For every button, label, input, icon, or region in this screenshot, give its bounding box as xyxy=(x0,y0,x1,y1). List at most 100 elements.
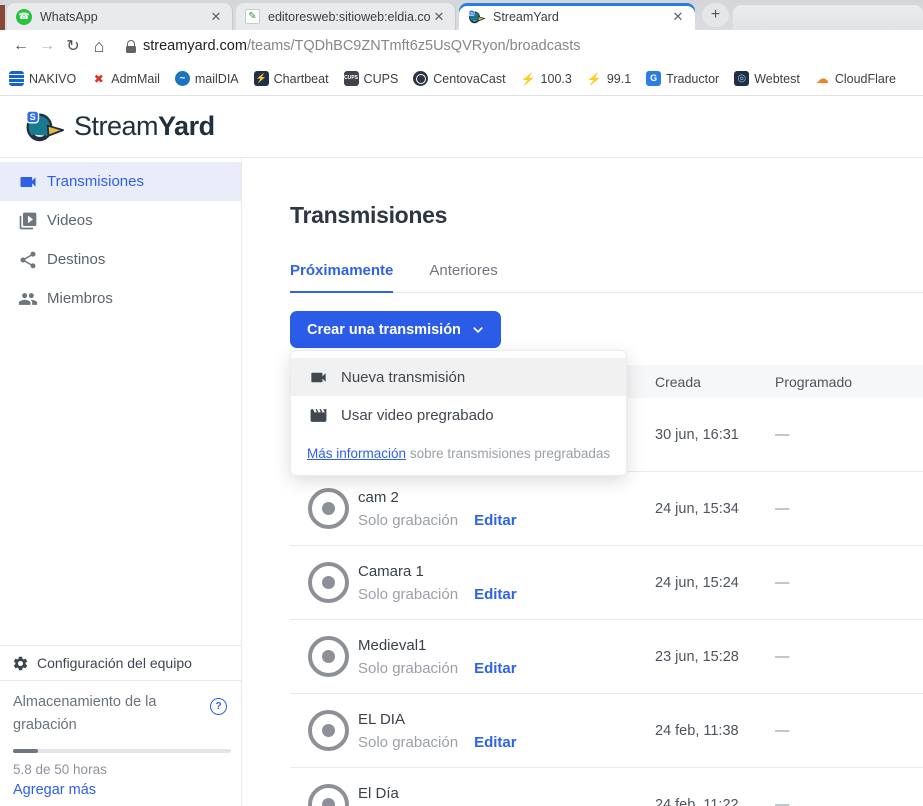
browser-tab-streamyard[interactable]: StreamYard xyxy=(459,3,695,30)
bookmark-item[interactable]: CloudFlare xyxy=(815,71,896,86)
scheduled-cell: — xyxy=(775,427,923,443)
dropdown-info-text: Más información sobre transmisiones preg… xyxy=(291,434,626,475)
broadcast-cell: Camara 1 Solo grabación Editar xyxy=(290,562,655,603)
menu-item-nueva-transmision[interactable]: Nueva transmisión xyxy=(291,358,626,396)
create-dropdown-menu: Nueva transmisión Usar video pregrabado … xyxy=(290,350,627,476)
bookmark-item[interactable]: mailDIA xyxy=(175,71,239,86)
created-cell: 23 jun, 15:28 xyxy=(655,649,775,665)
table-row[interactable]: Medieval1 Solo grabación Editar 23 jun, … xyxy=(290,620,923,694)
lock-icon xyxy=(126,40,136,53)
table-row[interactable]: EL DIA Solo grabación Editar 24 feb, 11:… xyxy=(290,694,923,768)
table-row[interactable]: Camara 1 Solo grabación Editar 24 jun, 1… xyxy=(290,546,923,620)
tab-proximamente[interactable]: Próximamente xyxy=(290,262,393,292)
sidebar-item-transmisiones[interactable]: Transmisiones xyxy=(0,162,241,201)
close-icon[interactable] xyxy=(431,9,447,25)
created-cell: 24 jun, 15:34 xyxy=(655,501,775,517)
bookmark-label: NAKIVO xyxy=(29,72,76,86)
created-cell: 24 jun, 15:24 xyxy=(655,575,775,591)
broadcast-cell: El Día Solo grabación Editar xyxy=(290,784,655,806)
video-library-icon xyxy=(18,211,38,231)
reload-icon[interactable] xyxy=(60,33,86,59)
created-cell: 24 feb, 11:22 xyxy=(655,797,775,806)
broadcast-title: Camara 1 xyxy=(358,563,517,580)
bookmark-item[interactable]: 100.3 xyxy=(521,71,572,86)
bookmark-label: CUPS xyxy=(364,72,399,86)
storage-panel: Almacenamiento de la grabación ? 5.8 de … xyxy=(0,680,241,806)
edit-link[interactable]: Editar xyxy=(474,660,517,677)
cups-icon xyxy=(344,71,359,86)
bookmark-item[interactable]: Traductor xyxy=(646,71,719,86)
broadcast-subtitle: Solo grabación xyxy=(358,734,458,751)
radio-1003-icon xyxy=(521,71,536,86)
edit-link[interactable]: Editar xyxy=(474,586,517,603)
centovacast-icon xyxy=(413,71,428,86)
bookmark-label: 99.1 xyxy=(607,72,631,86)
bookmark-item[interactable]: 99.1 xyxy=(587,71,631,86)
sidebar-item-label: Miembros xyxy=(47,290,113,307)
share-icon xyxy=(18,250,38,270)
edit-link[interactable]: Editar xyxy=(474,512,517,529)
broadcast-text: Camara 1 Solo grabación Editar xyxy=(358,563,517,603)
close-icon[interactable] xyxy=(670,9,686,25)
url-domain: streamyard.com xyxy=(143,38,247,54)
table-row[interactable]: El Día Solo grabación Editar 24 feb, 11:… xyxy=(290,768,923,806)
broadcast-tabs: Próximamente Anteriores xyxy=(290,262,923,293)
tab-title: editoresweb:sitioweb:eldia.co xyxy=(268,10,431,24)
url-field[interactable]: streamyard.com/teams/TQDhBC9ZNTmft6z5UsQ… xyxy=(143,38,581,54)
record-icon xyxy=(308,562,349,603)
address-bar: streamyard.com/teams/TQDhBC9ZNTmft6z5UsQ… xyxy=(0,30,923,62)
bookmark-item[interactable]: CUPS xyxy=(344,71,399,86)
sidebar-item-miembros[interactable]: Miembros xyxy=(0,279,241,318)
home-icon[interactable] xyxy=(86,33,112,59)
page-title: Transmisiones xyxy=(290,202,923,229)
browser-tab-whatsapp[interactable]: WhatsApp xyxy=(7,3,233,30)
back-icon[interactable] xyxy=(8,33,34,59)
bookmark-item[interactable]: NAKIVO xyxy=(9,71,76,86)
bookmark-label: 100.3 xyxy=(541,72,572,86)
column-header-created: Creada xyxy=(655,374,775,390)
broadcast-cell: Medieval1 Solo grabación Editar xyxy=(290,636,655,677)
bookmark-label: Webtest xyxy=(754,72,800,86)
bookmark-item[interactable]: Chartbeat xyxy=(254,71,329,86)
maildia-icon xyxy=(175,71,190,86)
edit-link[interactable]: Editar xyxy=(474,734,517,751)
bookmark-item[interactable]: AdmMail xyxy=(91,71,160,86)
help-icon[interactable]: ? xyxy=(210,698,227,715)
forward-icon[interactable] xyxy=(34,33,60,59)
actions-area: Crear una transmisión Nueva transmisión … xyxy=(290,311,923,348)
broadcast-title: Medieval1 xyxy=(358,637,517,654)
cloudflare-icon xyxy=(815,71,830,86)
webtest-icon xyxy=(734,71,749,86)
bookmark-item[interactable]: Webtest xyxy=(734,71,800,86)
traductor-icon xyxy=(646,71,661,86)
gear-icon xyxy=(12,655,29,672)
create-broadcast-button[interactable]: Crear una transmisión xyxy=(290,311,501,348)
chevron-down-icon xyxy=(472,324,484,336)
broadcast-text: cam 2 Solo grabación Editar xyxy=(358,489,517,529)
tab-bar-spacer xyxy=(733,5,923,30)
close-icon[interactable] xyxy=(208,9,224,25)
bookmark-item[interactable]: CentovaCast xyxy=(413,71,505,86)
table-row[interactable]: cam 2 Solo grabación Editar 24 jun, 15:3… xyxy=(290,472,923,546)
browser-tab-bar: WhatsApp editoresweb:sitioweb:eldia.co S… xyxy=(0,0,923,30)
broadcast-title: El Día xyxy=(358,785,517,802)
scheduled-cell: — xyxy=(775,723,923,739)
browser-tab-editoresweb[interactable]: editoresweb:sitioweb:eldia.co xyxy=(236,3,456,30)
chartbeat-icon xyxy=(254,71,269,86)
brand-wordmark: StreamYard xyxy=(74,111,215,142)
sidebar-item-videos[interactable]: Videos xyxy=(0,201,241,240)
bookmark-label: mailDIA xyxy=(195,72,239,86)
more-info-link[interactable]: Más información xyxy=(307,446,406,461)
sidebar-item-destinos[interactable]: Destinos xyxy=(0,240,241,279)
bookmark-label: Chartbeat xyxy=(274,72,329,86)
add-more-link[interactable]: Agregar más xyxy=(13,782,227,798)
storage-usage-text: 5.8 de 50 horas xyxy=(13,762,227,777)
broadcast-text: Medieval1 Solo grabación Editar xyxy=(358,637,517,677)
streamyard-logo-icon xyxy=(24,108,64,145)
new-tab-button[interactable]: + xyxy=(702,3,729,27)
menu-item-usar-video-pregrabado[interactable]: Usar video pregrabado xyxy=(291,396,626,434)
bookmark-label: CentovaCast xyxy=(433,72,505,86)
team-settings-button[interactable]: Configuración del equipo xyxy=(0,645,241,680)
tab-anteriores[interactable]: Anteriores xyxy=(429,262,497,292)
bookmark-label: Traductor xyxy=(666,72,719,86)
